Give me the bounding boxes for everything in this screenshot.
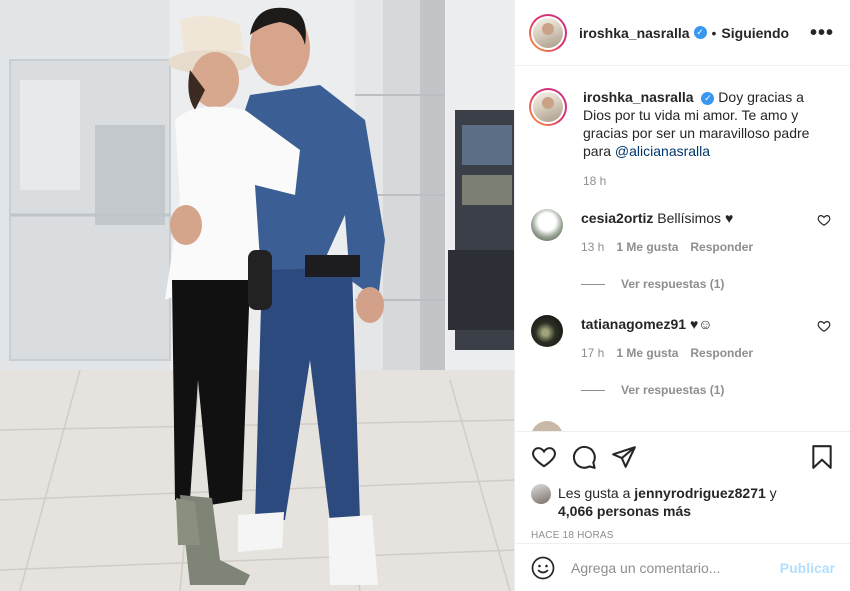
view-replies-button[interactable]: Ver respuestas (1): [581, 277, 811, 291]
post-time-ago[interactable]: HACE 18 HORAS: [531, 530, 835, 541]
view-replies-button[interactable]: Ver respuestas (1): [581, 383, 811, 397]
likes-summary: Les gusta a jennyrodriguez8271 y 4,066 p…: [531, 484, 835, 520]
liker-avatar[interactable]: [531, 484, 551, 504]
post-photo[interactable]: [0, 0, 514, 591]
author-avatar[interactable]: [529, 13, 567, 52]
reply-button[interactable]: Responder: [690, 240, 753, 254]
post-side-panel: iroshka_nasralla ✓ • Siguiendo ••• irosh…: [514, 0, 850, 591]
comments-list[interactable]: iroshka_nasralla ✓ Doy gracias a Dios po…: [515, 66, 850, 431]
caption-username[interactable]: iroshka_nasralla: [583, 89, 694, 105]
comment-item-partial: [529, 421, 835, 431]
verified-badge-icon: ✓: [701, 91, 715, 105]
reply-button[interactable]: Responder: [690, 346, 753, 360]
comment-heart-icon[interactable]: [817, 213, 831, 227]
bookmark-icon[interactable]: [809, 444, 835, 470]
author-username[interactable]: iroshka_nasralla: [579, 25, 690, 41]
comment-input[interactable]: [571, 559, 780, 576]
post-header: iroshka_nasralla ✓ • Siguiendo •••: [515, 0, 850, 66]
comment-heart-icon[interactable]: [817, 319, 831, 333]
caption-avatar[interactable]: [529, 88, 567, 126]
comment-text: ♥☺: [689, 316, 713, 332]
caption-mention[interactable]: @alicianasralla: [615, 143, 710, 159]
comment-username[interactable]: tatianagomez91: [581, 316, 686, 332]
following-button[interactable]: Siguiendo: [721, 25, 789, 41]
comment-likes[interactable]: 1 Me gusta: [616, 240, 678, 254]
post-photo-illustration: [0, 0, 514, 591]
share-icon[interactable]: [611, 444, 637, 470]
caption-body: iroshka_nasralla ✓ Doy gracias a Dios po…: [583, 88, 823, 160]
comment-item: tatianagomez91 ♥☺ 17 h 1 Me gusta Respon…: [529, 315, 835, 397]
commenter-avatar[interactable]: [531, 421, 563, 431]
comment-likes[interactable]: 1 Me gusta: [616, 346, 678, 360]
likes-prefix: Les gusta a: [558, 485, 631, 501]
heart-icon[interactable]: [531, 444, 557, 470]
comment-item: cesia2ortiz Bellísimos ♥ 13 h 1 Me gusta…: [529, 209, 835, 291]
comment-username[interactable]: cesia2ortiz: [581, 210, 653, 226]
likes-others[interactable]: 4,066 personas más: [558, 503, 691, 519]
commenter-avatar[interactable]: [531, 209, 563, 241]
view-replies-label: Ver respuestas (1): [621, 383, 725, 397]
post-actions: Les gusta a jennyrodriguez8271 y 4,066 p…: [515, 431, 850, 543]
comment-time[interactable]: 13 h: [581, 240, 604, 254]
post-caption: iroshka_nasralla ✓ Doy gracias a Dios po…: [529, 88, 835, 160]
liker-username[interactable]: jennyrodriguez8271: [634, 485, 766, 501]
commenter-avatar[interactable]: [531, 315, 563, 347]
header-separator: •: [711, 24, 717, 41]
action-icons: [531, 444, 835, 470]
publish-button[interactable]: Publicar: [780, 560, 835, 576]
comment-time[interactable]: 17 h: [581, 346, 604, 360]
verified-badge-icon: ✓: [693, 26, 707, 39]
caption-time[interactable]: 18 h: [583, 174, 835, 188]
emoji-icon[interactable]: [531, 556, 555, 580]
comment-icon[interactable]: [571, 444, 597, 470]
comment-text: Bellísimos ♥: [657, 210, 734, 226]
likes-middle: y: [769, 485, 777, 501]
add-comment-bar: Publicar: [515, 543, 850, 591]
more-options-icon[interactable]: •••: [810, 23, 834, 43]
view-replies-label: Ver respuestas (1): [621, 277, 725, 291]
